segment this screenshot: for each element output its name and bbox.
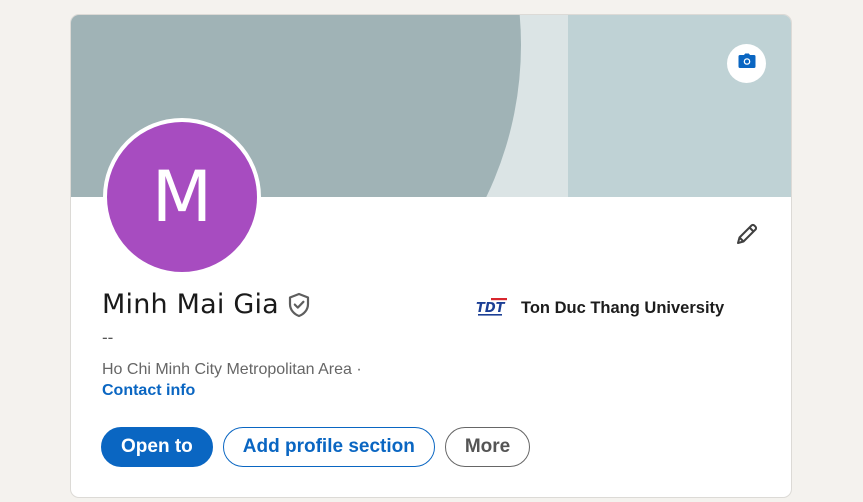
- profile-card: M Minh Mai Gia -- Ho Chi Minh City Metro…: [70, 14, 792, 498]
- add-profile-section-button[interactable]: Add profile section: [222, 427, 435, 467]
- avatar[interactable]: M: [103, 118, 261, 276]
- profile-location: Ho Chi Minh City Metropolitan Area ·: [102, 361, 362, 378]
- university-logo-text: TDT: [476, 301, 506, 316]
- profile-name: Minh Mai Gia: [102, 289, 279, 320]
- shield-check-icon[interactable]: [287, 292, 311, 318]
- edit-banner-button[interactable]: [727, 44, 766, 83]
- pencil-icon: [734, 221, 760, 252]
- university-logo: TDT: [475, 297, 509, 319]
- education-link[interactable]: TDT Ton Duc Thang University: [475, 297, 724, 319]
- edit-intro-button[interactable]: [727, 216, 767, 256]
- name-row: Minh Mai Gia: [102, 289, 311, 320]
- profile-headline: --: [102, 328, 114, 347]
- school-name: Ton Duc Thang University: [521, 298, 725, 317]
- camera-icon: [738, 53, 756, 74]
- profile-actions: Open to Add profile section More: [101, 427, 531, 467]
- open-to-button[interactable]: Open to: [101, 427, 213, 467]
- contact-info-link[interactable]: Contact info: [102, 382, 195, 400]
- avatar-initial: M: [151, 156, 213, 238]
- more-button[interactable]: More: [444, 427, 531, 467]
